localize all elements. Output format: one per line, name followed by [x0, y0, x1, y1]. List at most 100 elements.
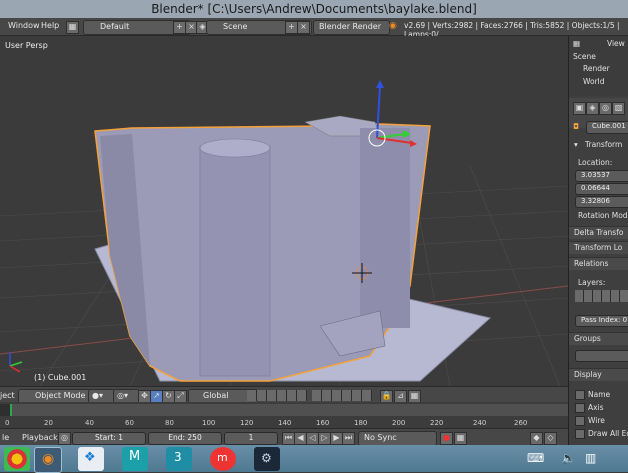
tick-label: 0 — [5, 419, 10, 427]
pass-index-field[interactable]: Pass Index: 0 — [575, 315, 628, 327]
tick-label: 20 — [44, 419, 53, 427]
outliner[interactable]: ▦ View Scene Render World — [569, 36, 628, 96]
right-panel: ▦ View Scene Render World ▣ ◈ ◎ ▧ Cube.0… — [568, 36, 628, 445]
viewport-header: ject Object Mode ●▾ ◎▾ ✥ ↗ ↻ ⤢ Global 🔒 … — [0, 386, 568, 404]
groups-header[interactable]: Groups — [569, 332, 628, 345]
relations-header[interactable]: Relations — [569, 257, 628, 270]
outliner-scene-item[interactable]: Scene — [573, 52, 596, 61]
active-object-label: (1) Cube.001 — [34, 373, 87, 382]
location-label: Location: — [578, 158, 613, 167]
tick-label: 140 — [278, 419, 292, 427]
location-x-field[interactable]: 3.03537 — [575, 170, 628, 182]
view-menu[interactable]: le — [2, 433, 9, 442]
keyframe-icon[interactable]: ◎ — [58, 432, 71, 445]
menu-window[interactable]: Window — [8, 21, 40, 30]
menu-help[interactable]: Help — [41, 21, 59, 30]
delta-transform-label: Delta Transfo — [574, 228, 624, 237]
3dsmax-icon[interactable]: 3 — [166, 447, 192, 471]
record-button[interactable]: ● — [440, 432, 453, 445]
render-tab-icon[interactable]: ▣ — [573, 102, 586, 115]
steam-icon[interactable]: ⚙ — [254, 447, 280, 471]
makerbot-icon[interactable]: m — [210, 447, 236, 471]
axis-checkbox-label: Axis — [588, 403, 604, 412]
timeline-scrub-area[interactable] — [0, 404, 568, 416]
wire-checkbox[interactable] — [575, 416, 585, 426]
object-name-field[interactable]: Cube.001 — [586, 121, 628, 134]
outliner-world-item[interactable]: World — [583, 77, 605, 86]
add-to-group-button[interactable]: Ad — [575, 350, 628, 362]
render-engine-dropdown[interactable]: Blender Render — [313, 20, 390, 35]
object-menu[interactable]: ject — [0, 391, 15, 400]
layers-grid[interactable] — [575, 290, 628, 302]
chrome-icon[interactable] — [4, 447, 30, 471]
maya-icon[interactable]: M — [122, 447, 148, 471]
playhead[interactable] — [10, 404, 12, 416]
draw-all-edges-label: Draw All Edg — [588, 429, 628, 438]
axis-checkbox[interactable] — [575, 403, 585, 413]
playback-menu[interactable]: Playback — [22, 433, 58, 442]
tick-label: 40 — [85, 419, 94, 427]
object-tab-icon[interactable]: ▧ — [612, 102, 625, 115]
orientation-gizmo — [9, 352, 23, 373]
timeline[interactable]: 0 20 40 60 80 100 120 140 160 180 200 22… — [0, 402, 568, 428]
window-title: Blender* [C:\Users\Andrew\Documents\bayl… — [151, 2, 477, 16]
tick-label: 80 — [165, 419, 174, 427]
scene-tab-icon[interactable]: ◈ — [586, 102, 599, 115]
tick-label: 160 — [316, 419, 330, 427]
blender-logo-icon: ◉ — [389, 21, 397, 31]
tick-label: 240 — [473, 419, 487, 427]
layer-buttons[interactable] — [247, 390, 307, 401]
display-label: Display — [574, 370, 602, 379]
insert-key-button[interactable]: ◆ — [530, 432, 543, 445]
start-frame-field[interactable]: Start: 1 — [72, 432, 146, 445]
outliner-icon[interactable]: ▦ — [573, 39, 580, 48]
name-checkbox-label: Name — [588, 390, 611, 399]
windows-taskbar: ◉ ❖ M 3 m ⚙ ⌨ 🔈 ▥ — [0, 445, 628, 473]
object-icon: ◘ — [573, 122, 579, 131]
jump-end-button[interactable]: ⏭ — [342, 432, 355, 445]
dropbox-icon[interactable]: ❖ — [78, 447, 104, 471]
tick-label: 220 — [430, 419, 444, 427]
3d-viewport[interactable]: User Persp (1) Cube.001 — [0, 36, 568, 386]
window-titlebar: Blender* [C:\Users\Andrew\Documents\bayl… — [0, 0, 628, 18]
scene-canvas[interactable] — [0, 36, 568, 386]
outliner-render-item[interactable]: Render — [583, 64, 610, 73]
keying-set-icon[interactable]: ▦ — [454, 432, 467, 445]
relations-label: Relations — [574, 259, 609, 268]
blender-icon[interactable]: ◉ — [34, 447, 62, 473]
tick-label: 100 — [202, 419, 216, 427]
transform-locks-header[interactable]: Transform Lo — [569, 241, 628, 254]
outliner-view-menu[interactable]: View — [607, 39, 625, 48]
sync-dropdown[interactable]: No Sync — [358, 431, 437, 446]
collapse-arrow-icon[interactable]: ▾ — [574, 140, 578, 149]
building-column — [199, 145, 271, 377]
tick-label: 200 — [392, 419, 406, 427]
tick-label: 260 — [514, 419, 528, 427]
location-y-field[interactable]: 0.06644 — [575, 183, 628, 195]
layer-buttons-2[interactable] — [312, 390, 372, 401]
timeline-header: le Playback ◎ Start: 1 End: 250 1 ⏮ ◀ ◁ … — [0, 428, 568, 446]
tick-label: 180 — [354, 419, 368, 427]
transform-panel-header[interactable]: Transform — [585, 140, 622, 149]
display-header[interactable]: Display — [569, 368, 628, 381]
draw-all-edges-checkbox[interactable] — [575, 429, 585, 439]
keyboard-icon[interactable]: ⌨ — [524, 447, 546, 471]
remove-scene-button[interactable]: × — [297, 21, 310, 34]
groups-label: Groups — [574, 334, 601, 343]
layout-icon[interactable]: ▦ — [66, 21, 79, 34]
rotation-mode-label: Rotation Mod — [578, 211, 628, 220]
current-frame-field[interactable]: 1 — [224, 432, 278, 445]
column-top — [199, 138, 271, 158]
location-z-field[interactable]: 3.32806 — [575, 196, 628, 208]
info-header: Window Help ▦ Default + × ◈ Scene + × Bl… — [0, 18, 628, 39]
wire-checkbox-label: Wire — [588, 416, 605, 425]
transform-locks-label: Transform Lo — [574, 243, 623, 252]
pre-range-shade — [0, 404, 10, 416]
speaker-icon[interactable]: 🔈 — [558, 447, 576, 471]
end-frame-field[interactable]: End: 250 — [148, 432, 222, 445]
name-checkbox[interactable] — [575, 390, 585, 400]
network-icon[interactable]: ▥ — [582, 447, 600, 471]
delete-key-button[interactable]: ◇ — [544, 432, 557, 445]
world-tab-icon[interactable]: ◎ — [599, 102, 612, 115]
delta-transform-header[interactable]: Delta Transfo — [569, 226, 628, 239]
